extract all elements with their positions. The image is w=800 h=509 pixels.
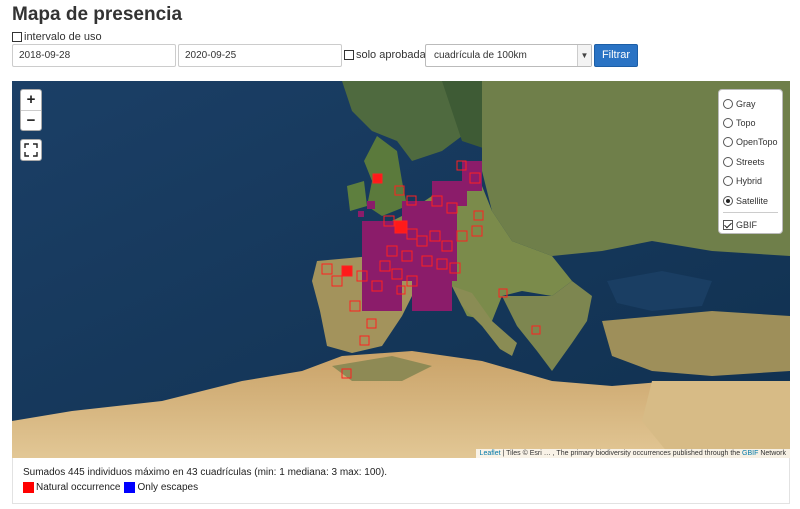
layer-option-gray[interactable]: Gray bbox=[723, 94, 778, 113]
intervalo-checkbox-box[interactable] bbox=[12, 32, 22, 42]
layer-option-satellite[interactable]: Satellite bbox=[723, 191, 778, 210]
page-title: Mapa de presencia bbox=[12, 4, 183, 25]
layer-option-topo[interactable]: Topo bbox=[723, 113, 778, 132]
legend-label-escapes: Only escapes bbox=[137, 482, 199, 493]
layer-option-opentopo[interactable]: OpenTopo bbox=[723, 133, 778, 152]
grid-select-value: cuadrícula de 100km bbox=[434, 50, 527, 61]
layer-option-streets[interactable]: Streets bbox=[723, 152, 778, 171]
fullscreen-icon bbox=[24, 143, 38, 157]
chevron-down-icon[interactable]: ▼ bbox=[577, 45, 591, 66]
fullscreen-button[interactable] bbox=[20, 139, 42, 161]
date-to-input[interactable]: 2020-09-25 bbox=[178, 44, 342, 67]
map-legend: Natural occurrence Only escapes bbox=[23, 482, 198, 493]
map-attribution: Leaflet | Tiles © Esri … , The primary b… bbox=[475, 449, 790, 458]
gbif-checkbox[interactable] bbox=[723, 220, 733, 231]
filter-button[interactable]: Filtrar bbox=[594, 44, 638, 67]
satellite-basemap bbox=[12, 81, 790, 458]
zoom-out-button[interactable]: − bbox=[21, 110, 41, 130]
radio-opentopo[interactable] bbox=[723, 137, 733, 148]
summary-panel: Sumados 445 individuos máximo en 43 cuad… bbox=[12, 458, 790, 504]
overlay-option-gbif[interactable]: GBIF bbox=[723, 215, 778, 234]
summary-text: Sumados 445 individuos máximo en 43 cuad… bbox=[23, 467, 388, 478]
intervalo-label: intervalo de uso bbox=[24, 31, 102, 43]
radio-satellite[interactable] bbox=[723, 195, 733, 206]
filter-bar: 2018-09-28 2020-09-25 solo aprobadas cua… bbox=[12, 44, 652, 67]
leaflet-link[interactable]: Leaflet bbox=[480, 450, 501, 457]
attribution-text: | Tiles © Esri … , The primary biodivers… bbox=[500, 450, 743, 457]
solo-aprobadas-label: solo aprobadas bbox=[356, 49, 432, 61]
radio-gray[interactable] bbox=[723, 98, 733, 109]
legend-swatch-natural bbox=[23, 482, 34, 493]
radio-topo[interactable] bbox=[723, 118, 733, 129]
grid-select[interactable]: cuadrícula de 100km ▼ bbox=[425, 44, 592, 67]
radio-streets[interactable] bbox=[723, 156, 733, 167]
zoom-in-button[interactable]: + bbox=[21, 90, 41, 110]
gbif-link[interactable]: GBIF bbox=[742, 450, 758, 457]
legend-label-natural: Natural occurrence bbox=[36, 482, 121, 493]
solo-aprobadas-checkbox-box[interactable] bbox=[344, 50, 354, 60]
solo-aprobadas-checkbox[interactable]: solo aprobadas bbox=[344, 49, 431, 61]
intervalo-checkbox[interactable]: intervalo de uso bbox=[12, 31, 102, 43]
layers-divider bbox=[723, 212, 778, 214]
zoom-control: + − bbox=[20, 89, 42, 131]
date-from-input[interactable]: 2018-09-28 bbox=[12, 44, 176, 67]
radio-hybrid[interactable] bbox=[723, 176, 733, 187]
layer-option-hybrid[interactable]: Hybrid bbox=[723, 172, 778, 191]
map-view[interactable]: + − Gray Topo OpenTopo Streets Hybrid Sa… bbox=[12, 81, 790, 458]
attribution-network: Network bbox=[758, 450, 786, 457]
legend-swatch-escapes bbox=[124, 482, 136, 493]
layer-control: Gray Topo OpenTopo Streets Hybrid Satell… bbox=[718, 89, 783, 234]
